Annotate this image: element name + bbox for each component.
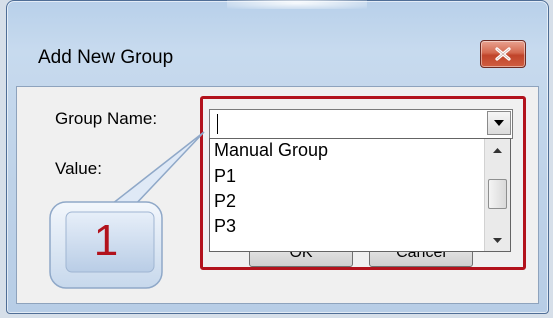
callout-bubble [49,131,205,289]
callout-number: 1 [93,216,119,265]
